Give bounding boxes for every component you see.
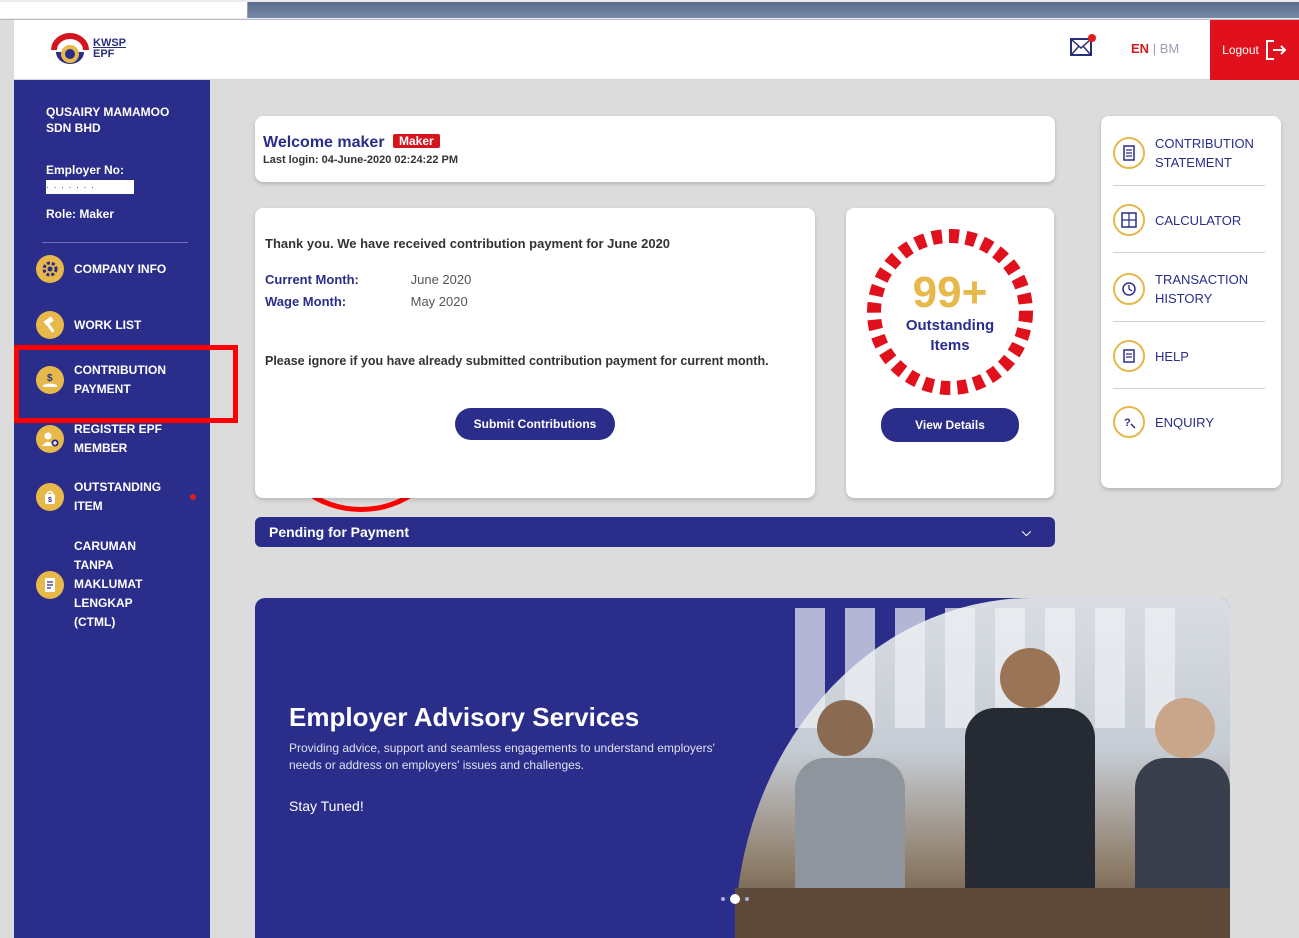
quick-link-label: CONTRIBUTION STATEMENT — [1155, 136, 1254, 170]
quick-link-contribution-statement[interactable]: CONTRIBUTION STATEMENT — [1113, 134, 1269, 172]
browser-chrome — [0, 0, 1299, 20]
banner-title: Employer Advisory Services — [289, 702, 640, 732]
logout-icon — [1265, 40, 1287, 60]
enquiry-icon: ? — [1113, 406, 1145, 438]
quick-links-card: CONTRIBUTION STATEMENT CALCULATOR TRANSA… — [1101, 116, 1281, 488]
lang-en-link[interactable]: EN — [1131, 41, 1149, 56]
wage-month-value: May 2020 — [410, 294, 468, 309]
outstanding-label-line2: Items — [930, 337, 970, 354]
outstanding-label-line1: Outstanding — [905, 317, 995, 334]
history-icon — [1113, 273, 1145, 305]
people-meeting-illustration-icon — [735, 608, 1230, 938]
annotation-highlight-box — [14, 345, 238, 423]
quick-link-label: ENQUIRY — [1155, 414, 1214, 430]
employer-no-value: · · · · · · · — [46, 180, 134, 194]
mail-notification-dot — [1088, 34, 1096, 42]
logout-button[interactable]: Logout — [1210, 20, 1299, 80]
pending-for-payment-accordion[interactable]: Pending for Payment ⌵ — [255, 517, 1055, 547]
quick-link-label: HELP — [1155, 348, 1189, 364]
current-month-value: June 2020 — [410, 272, 472, 287]
payment-received-message: Thank you. We have received contribution… — [265, 236, 671, 251]
sidebar-item-label: COMPANY INFO — [74, 261, 167, 276]
sidebar-item-label: REGISTER EPF MEMBER — [74, 422, 163, 455]
svg-text:?: ? — [1124, 417, 1131, 429]
outstanding-notification-dot — [190, 494, 196, 500]
add-member-icon — [36, 425, 64, 453]
outstanding-items-card: 99+ Outstanding Items View Details — [846, 208, 1054, 498]
carousel-dot-active[interactable] — [730, 894, 740, 904]
help-icon — [1113, 340, 1145, 372]
quick-link-label: TRANSACTION HISTORY — [1155, 272, 1249, 306]
current-month-label: Current Month: — [265, 272, 359, 287]
lang-bm-link[interactable]: BM — [1160, 41, 1180, 56]
sidebar-item-label: OUTSTANDING ITEM — [74, 480, 162, 513]
banner-cta: Stay Tuned! — [289, 798, 364, 814]
payment-note: Please ignore if you have already submit… — [265, 354, 769, 368]
hammer-icon — [36, 311, 64, 339]
outstanding-ring: 99+ Outstanding Items — [864, 226, 1036, 398]
calculator-icon — [1113, 204, 1145, 236]
carousel-dot[interactable] — [745, 897, 749, 901]
kwsp-emblem-icon — [50, 32, 90, 66]
language-switcher: EN | BM — [1131, 41, 1179, 56]
welcome-greeting: Welcome maker — [263, 134, 385, 151]
quick-link-divider — [1113, 388, 1265, 389]
sidebar: QUSAIRY MAMAMOO SDN BHD Employer No: · ·… — [14, 80, 210, 938]
sidebar-item-register-epf-member[interactable]: REGISTER EPF MEMBER — [36, 420, 206, 458]
pending-label: Pending for Payment — [269, 524, 410, 540]
outstanding-count: 99+ — [912, 268, 988, 317]
document-icon — [36, 570, 64, 599]
statement-icon — [1113, 137, 1145, 169]
quick-link-divider — [1113, 185, 1265, 186]
browser-tab-strip — [248, 2, 1299, 18]
employer-advisory-banner[interactable]: Employer Advisory Services Providing adv… — [255, 598, 1230, 938]
banner-photo — [735, 598, 1230, 938]
role-badge: Maker — [393, 134, 440, 148]
sidebar-item-outstanding-item[interactable]: $ OUTSTANDING ITEM — [36, 478, 206, 516]
quick-link-enquiry[interactable]: ? ENQUIRY — [1113, 406, 1269, 438]
quick-link-divider — [1113, 321, 1265, 322]
quick-link-help[interactable]: HELP — [1113, 340, 1269, 372]
carousel-dot[interactable] — [721, 897, 725, 901]
top-header: KWSP EPF EN | BM Logout — [14, 20, 1299, 80]
kwsp-logo[interactable]: KWSP EPF — [50, 32, 126, 66]
wage-month-row: Wage Month: May 2020 — [265, 294, 468, 309]
sidebar-item-company-info[interactable]: COMPANY INFO — [36, 255, 206, 283]
sidebar-item-ctml[interactable]: CARUMAN TANPA MAKLUMAT LENGKAP (CTML) — [36, 537, 206, 632]
logout-label: Logout — [1222, 43, 1259, 57]
wage-month-label: Wage Month: — [265, 294, 347, 309]
bag-icon: $ — [36, 483, 64, 511]
employer-no-label: Employer No: — [46, 163, 125, 177]
svg-text:$: $ — [48, 497, 52, 504]
welcome-card: Welcome maker Maker Last login: 04-June-… — [255, 116, 1055, 182]
sidebar-item-label: CARUMAN TANPA MAKLUMAT LENGKAP (CTML) — [74, 539, 143, 629]
view-details-button[interactable]: View Details — [881, 408, 1019, 442]
gear-icon — [36, 255, 64, 283]
lang-separator: | — [1152, 41, 1157, 56]
quick-link-calculator[interactable]: CALCULATOR — [1113, 204, 1269, 236]
company-name: QUSAIRY MAMAMOO SDN BHD — [46, 105, 170, 135]
quick-link-label: CALCULATOR — [1155, 212, 1242, 228]
sidebar-item-label: WORK LIST — [74, 317, 142, 332]
user-role: Role: Maker — [46, 207, 115, 221]
current-month-row: Current Month: June 2020 — [265, 272, 471, 287]
quick-link-transaction-history[interactable]: TRANSACTION HISTORY — [1113, 270, 1269, 308]
carousel-dots — [721, 894, 749, 904]
sidebar-item-work-list[interactable]: WORK LIST — [36, 311, 206, 339]
chevron-down-icon: ⌵ — [1021, 525, 1031, 539]
sidebar-divider — [42, 242, 188, 243]
contribution-status-card: Thank you. We have received contribution… — [255, 208, 815, 498]
submit-contributions-button[interactable]: Submit Contributions — [455, 408, 615, 440]
quick-link-divider — [1113, 252, 1265, 253]
last-login-text: Last login: 04-June-2020 02:24:22 PM — [263, 154, 459, 166]
banner-description: Providing advice, support and seamless e… — [289, 741, 715, 772]
logo-text-epf: EPF — [93, 48, 115, 60]
address-bar[interactable] — [0, 2, 248, 18]
